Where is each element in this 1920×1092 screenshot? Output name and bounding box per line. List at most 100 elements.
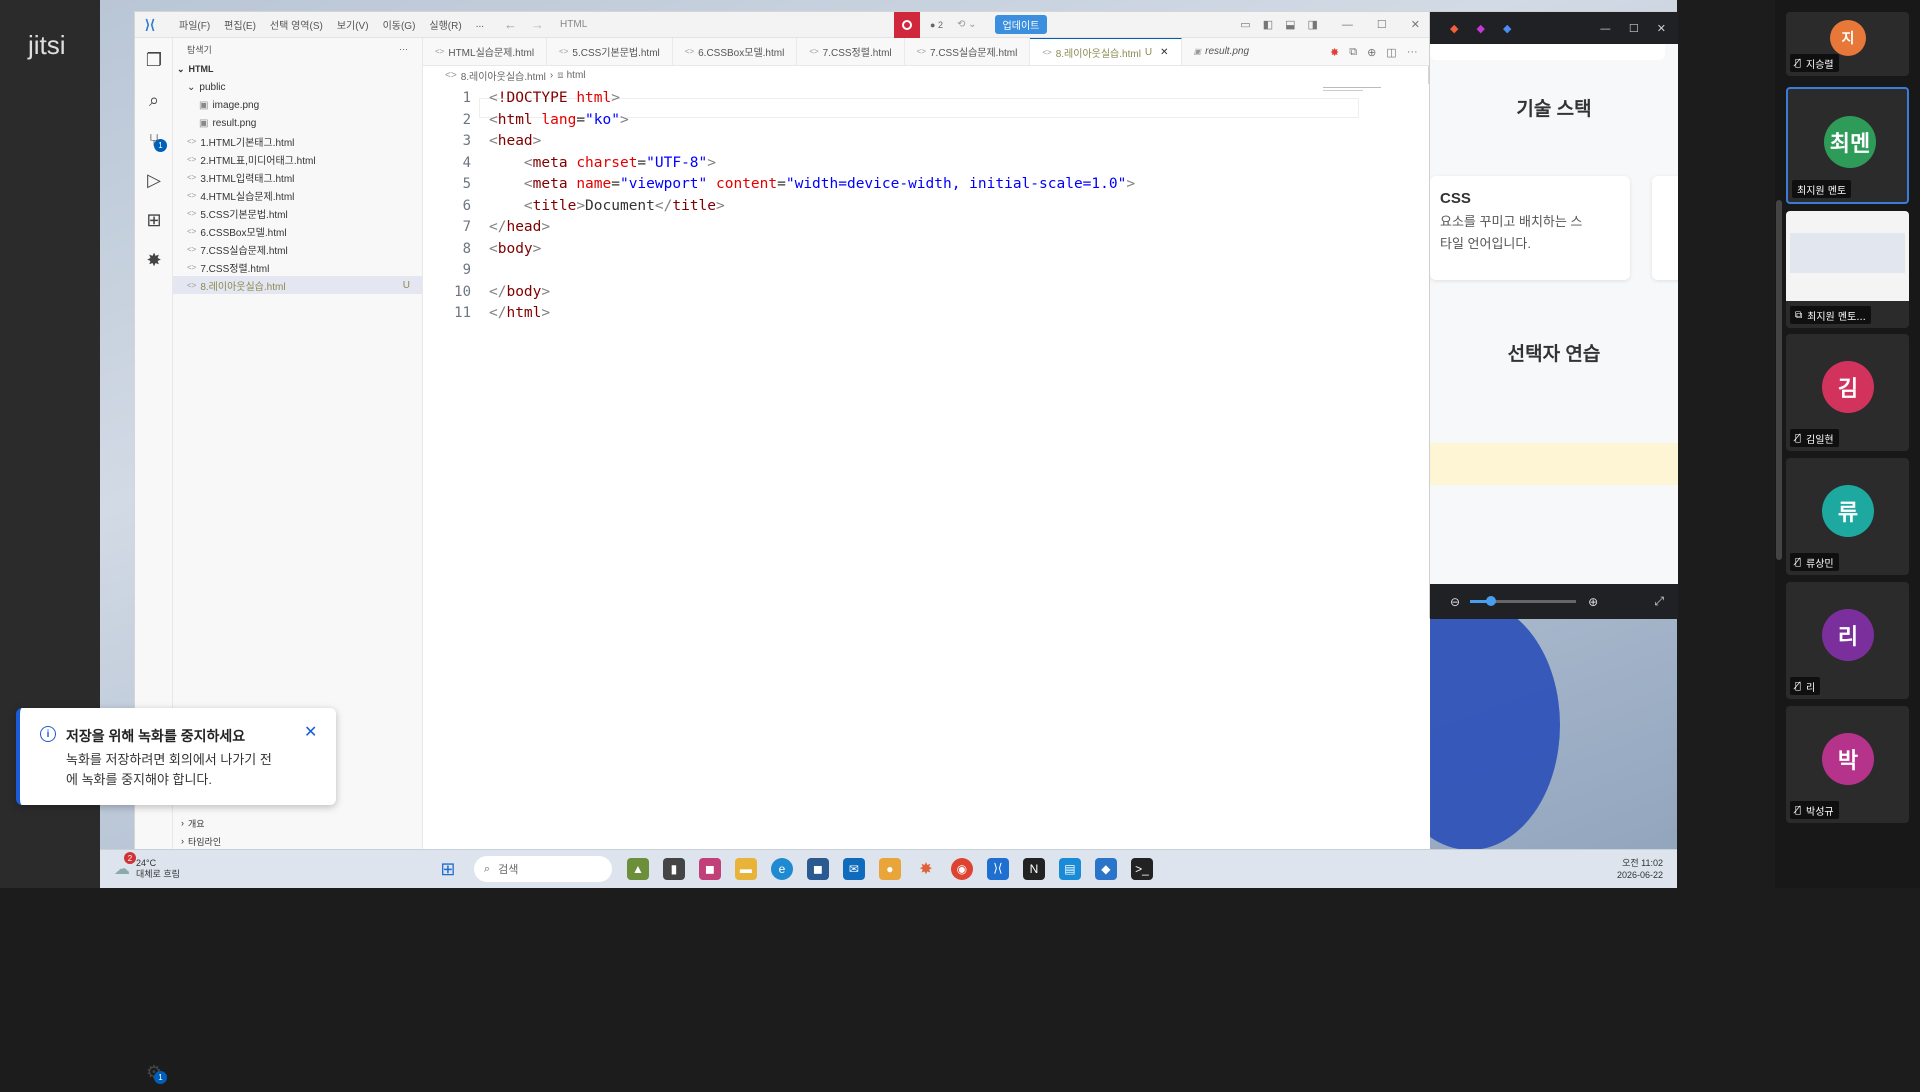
explorer-icon[interactable]: ❐ [135, 40, 173, 80]
file-item[interactable]: ▣ image.png [173, 96, 422, 114]
extensions-icon[interactable]: ⊞ [135, 200, 173, 240]
back-arrow-icon[interactable]: ← [504, 17, 517, 32]
claude-icon[interactable]: ✸ [915, 858, 937, 880]
participant-tile[interactable]: 지 🎙̸ 지승렬 [1786, 12, 1909, 76]
code-line[interactable]: </head> [489, 219, 550, 235]
tab-close-icon[interactable]: ✕ [1160, 47, 1168, 58]
timeline-section[interactable]: › 타임라인 [173, 832, 423, 850]
minimize-icon[interactable]: — [1342, 19, 1353, 31]
code-line[interactable]: <head> [489, 133, 541, 149]
copilot-taskbar-icon[interactable]: ● [878, 858, 901, 880]
copilot-activity-icon[interactable]: ✸ [135, 240, 173, 280]
sidebar-toggle-icon[interactable]: ◧ [1263, 18, 1273, 31]
maximize-icon[interactable]: ☐ [1377, 18, 1387, 31]
panel-toggle-icon[interactable]: ⬓ [1285, 18, 1295, 31]
clock[interactable]: 오전 11:02 2026-06-22 [1617, 857, 1663, 881]
menu-item[interactable]: 보기(V) [337, 17, 369, 32]
notepad-icon[interactable]: ▤ [1058, 858, 1081, 880]
terminal-icon[interactable]: >_ [1130, 858, 1153, 880]
run-debug-icon[interactable]: ▷ [135, 160, 173, 200]
notion-icon[interactable]: N [1022, 858, 1045, 880]
record-button[interactable] [894, 11, 921, 38]
fullscreen-icon[interactable]: ⤢ [1654, 594, 1664, 609]
menu-item[interactable]: 선택 영역(S) [270, 17, 323, 32]
code-line[interactable]: <meta name="viewport" content="width=dev… [489, 176, 1135, 192]
widgets-icon[interactable]: ▲ [626, 858, 649, 880]
workspace-root[interactable]: ⌄ HTML [173, 60, 422, 78]
editor-tab[interactable]: <> 7.CSS정렬.html [797, 38, 905, 65]
editor-tab[interactable]: <> 6.CSSBox모델.html [673, 38, 798, 65]
forward-arrow-icon[interactable]: → [531, 17, 544, 32]
menu-item[interactable]: 이동(G) [383, 17, 416, 32]
layout-toggle-icon[interactable]: ▭ [1240, 18, 1250, 31]
secondary-sidebar-toggle-icon[interactable]: ◨ [1308, 18, 1318, 31]
breadcrumb-element[interactable]: html [567, 70, 586, 81]
explorer-more-icon[interactable]: ··· [399, 44, 408, 54]
browser-ext-icon[interactable]: ◆ [1503, 22, 1511, 35]
breadcrumb-file[interactable]: 8.레이아웃실습.html [461, 68, 546, 83]
editor-more-icon[interactable]: ··· [1407, 46, 1418, 58]
app-icon[interactable]: ◼ [698, 858, 721, 880]
search-icon[interactable]: ⌕ [135, 80, 173, 120]
code-line[interactable]: </body> [489, 284, 550, 300]
code-line[interactable]: <body> [489, 241, 541, 257]
menu-item[interactable]: 파일(F) [179, 17, 210, 32]
panel-scrollbar[interactable] [1776, 200, 1782, 560]
participant-tile[interactable]: ⧉ 최지원 멘토... [1786, 211, 1909, 328]
zoom-in-icon[interactable]: ⊕ [1588, 595, 1598, 609]
participant-tile[interactable]: 리 🎙̸ 리 [1786, 582, 1909, 699]
chrome-icon[interactable]: ◉ [950, 858, 973, 880]
copilot-icon[interactable]: ⟲ ⌄ [957, 19, 977, 30]
toast-close-icon[interactable]: ✕ [304, 722, 317, 742]
update-button[interactable]: 업데이트 [994, 15, 1048, 34]
file-item[interactable]: <> 5.CSS기본문법.html [173, 204, 422, 222]
file-item[interactable]: <> 6.CSSBox모델.html [173, 222, 422, 240]
app-icon[interactable]: ◆ [1094, 858, 1117, 880]
task-view-icon[interactable]: ▮ [662, 858, 685, 880]
file-item[interactable]: ▣ result.png [173, 114, 422, 132]
editor-tab[interactable]: <> 8.레이아웃실습.html U ✕ [1030, 38, 1182, 65]
browser-minimize-icon[interactable]: — [1600, 22, 1611, 35]
outline-section[interactable]: › 개요 [173, 814, 423, 832]
file-item[interactable]: <> 4.HTML실습문제.html [173, 186, 422, 204]
file-item[interactable]: <> 2.HTML표,미디어태그.html [173, 150, 422, 168]
editor-tab[interactable]: <> 5.CSS기본문법.html [547, 38, 673, 65]
code-editor[interactable]: 1 <!DOCTYPE html> 2 <html lang="ko"> 3 <head>… [423, 84, 1430, 850]
zoom-slider[interactable] [1470, 596, 1577, 606]
outlook-icon[interactable]: ✉ [842, 858, 865, 880]
split-editor-icon[interactable]: ◫ [1386, 46, 1396, 59]
source-control-icon[interactable]: ⑂ 1 [135, 120, 173, 160]
browser-maximize-icon[interactable]: ☐ [1629, 22, 1639, 35]
copilot-edit-icon[interactable]: ✸ [1330, 46, 1339, 59]
file-item[interactable]: <> 8.레이아웃실습.html U [173, 276, 422, 294]
settings-gear-icon[interactable]: ⚙ 1 [135, 1052, 173, 1092]
command-center-search[interactable]: HTML [554, 16, 924, 34]
store-icon[interactable]: ◼ [806, 858, 829, 880]
code-line[interactable]: <!DOCTYPE html> [489, 90, 620, 106]
editor-tab[interactable]: <> HTML실습문제.html [423, 38, 548, 65]
menu-item[interactable]: 실행(R) [429, 17, 461, 32]
file-item[interactable]: <> 3.HTML입력태그.html [173, 168, 422, 186]
close-window-icon[interactable]: ✕ [1411, 18, 1420, 31]
participant-tile[interactable]: 최멘 최지원 멘토 [1786, 87, 1909, 204]
participant-tile[interactable]: 류 🎙̸ 류상민 [1786, 458, 1909, 575]
file-item[interactable]: <> 1.HTML기본태그.html [173, 132, 422, 150]
vscode-taskbar-icon[interactable]: ⟩⟨ [986, 858, 1009, 880]
code-line[interactable]: <html lang="ko"> [489, 112, 629, 128]
start-icon[interactable]: ⊞ [437, 858, 459, 880]
code-line[interactable]: <meta charset="UTF-8"> [489, 155, 716, 171]
weather-widget[interactable]: ☁ 2 24°C 대체로 흐림 [114, 852, 180, 880]
browser-ext-icon[interactable]: ◆ [1450, 22, 1458, 35]
minimap[interactable] [1323, 84, 1383, 94]
participant-tile[interactable]: 김 🎙̸ 김일현 [1786, 334, 1909, 451]
editor-tab[interactable]: ▣ result.png [1182, 38, 1261, 65]
code-line[interactable]: <title>Document</title> [489, 198, 725, 214]
open-changes-icon[interactable]: ⧉ [1349, 46, 1357, 59]
preview-globe-icon[interactable]: ⊕ [1367, 46, 1376, 59]
taskbar-search[interactable]: ⌕ 검색 [473, 856, 612, 882]
edge-icon[interactable]: e [770, 858, 793, 880]
folder-public[interactable]: ⌄ public [173, 78, 422, 96]
browser-close-icon[interactable]: ✕ [1657, 22, 1666, 35]
code-line[interactable]: </html> [489, 305, 550, 321]
menu-item[interactable]: 편집(E) [224, 17, 256, 32]
